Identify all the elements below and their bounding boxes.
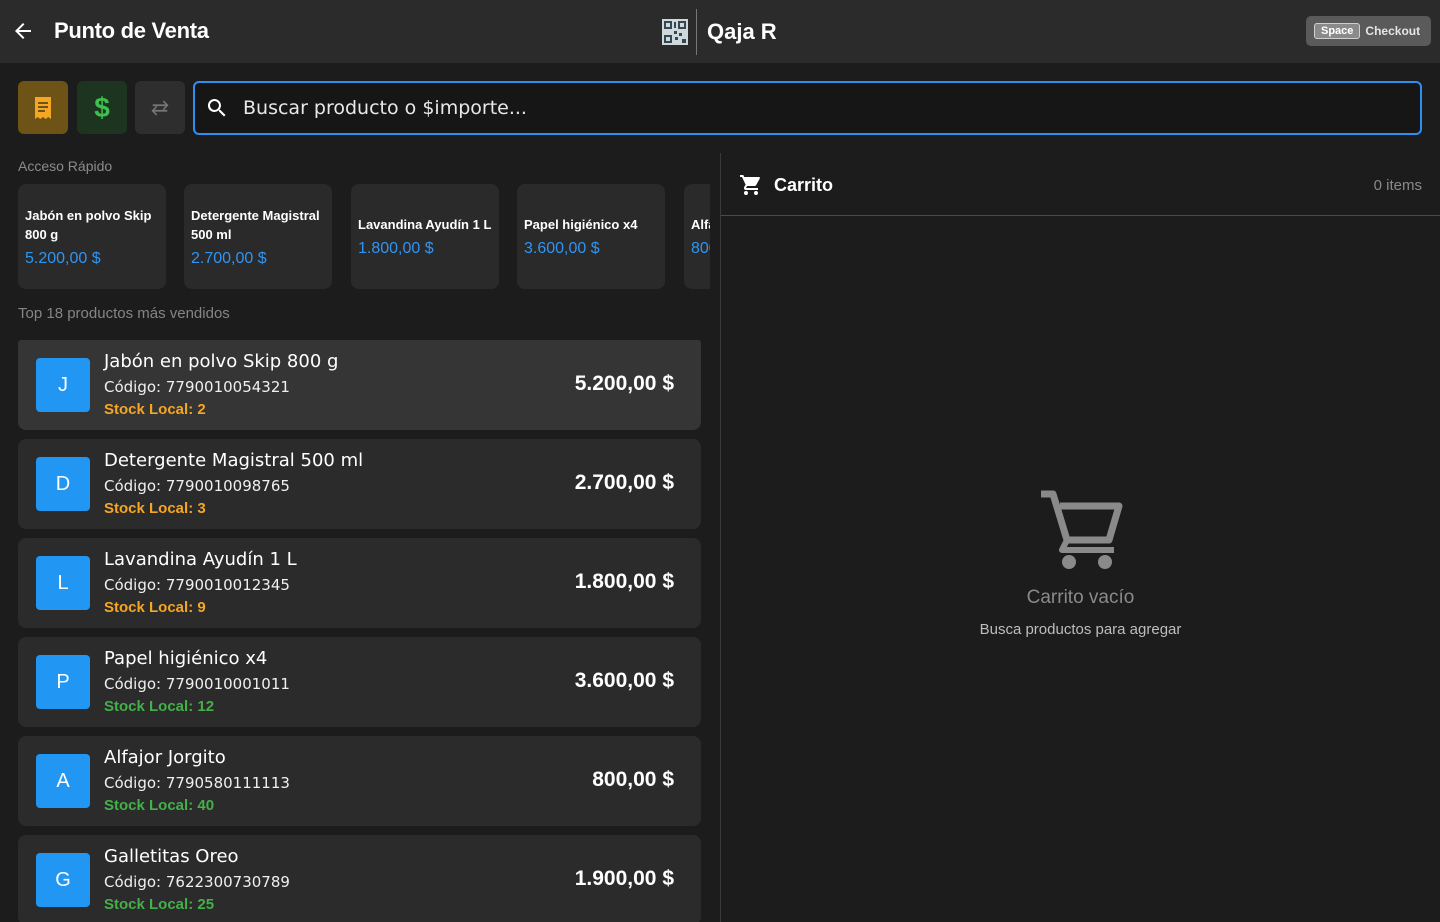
page-title: Punto de Venta xyxy=(54,18,209,43)
product-stock: Stock Local: 2 xyxy=(104,401,206,418)
arrow-left-icon xyxy=(15,23,31,39)
shortcut-key: Space xyxy=(1314,23,1361,39)
product-avatar: A xyxy=(36,754,90,808)
top-products-label: Top 18 productos más vendidos xyxy=(18,305,230,322)
quick-card-name: Lavandina Ayudín 1 L xyxy=(358,217,492,232)
product-name: Alfajor Jorgito xyxy=(104,747,226,768)
product-price: 5.200,00 $ xyxy=(574,372,674,395)
product-name: Lavandina Ayudín 1 L xyxy=(104,549,297,570)
checkout-shortcut-button[interactable]: Space Checkout xyxy=(1306,16,1431,46)
cart-title: Carrito xyxy=(774,175,834,195)
cart-empty-state: Carrito vacío Busca productos para agreg… xyxy=(721,488,1440,638)
product-stock: Stock Local: 9 xyxy=(104,599,206,616)
product-code: Código: 7622300730789 xyxy=(104,873,290,891)
cart-item-count: 0 items xyxy=(1373,177,1422,194)
quick-card-price: 2.700,00 $ xyxy=(191,249,267,267)
qr-logo-icon xyxy=(662,19,688,45)
empty-cart-title: Carrito vacío xyxy=(1026,587,1135,608)
quick-card-price: 5.200,00 $ xyxy=(25,249,101,267)
shortcut-label: Checkout xyxy=(1365,24,1421,38)
product-row[interactable]: J Jabón en polvo Skip 800 g Código: 7790… xyxy=(18,340,701,430)
quick-card-name: Papel higiénico x4 xyxy=(524,217,638,232)
quick-card-price: 1.800,00 $ xyxy=(358,240,434,257)
product-row[interactable]: L Lavandina Ayudín 1 L Código: 779001001… xyxy=(18,538,701,628)
receipt-button[interactable] xyxy=(18,81,68,134)
product-avatar: L xyxy=(36,556,90,610)
quick-access-card[interactable]: Jabón en polvo Skip 800 g 5.200,00 $ xyxy=(18,184,166,289)
product-name: Galletitas Oreo xyxy=(104,846,239,867)
product-name: Detergente Magistral 500 ml xyxy=(104,450,364,471)
quick-card-name: Alfajor Jorgito xyxy=(691,217,710,232)
quick-card-name: Jabón en polvo Skip 800 g xyxy=(25,207,152,242)
search-input[interactable] xyxy=(243,97,1420,119)
swap-icon xyxy=(151,100,169,115)
quick-access-card[interactable]: Lavandina Ayudín 1 L 1.800,00 $ xyxy=(351,184,499,289)
cart-icon xyxy=(740,175,760,195)
product-stock: Stock Local: 25 xyxy=(104,896,215,913)
store-name: Qaja R xyxy=(707,19,777,44)
product-row[interactable]: G Galletitas Oreo Código: 7622300730789 … xyxy=(18,835,701,922)
product-code: Código: 7790010054321 xyxy=(104,378,290,396)
product-stock: Stock Local: 3 xyxy=(104,500,206,517)
quick-access-card[interactable]: Papel higiénico x4 3.600,00 $ xyxy=(517,184,665,289)
dollar-icon: $ xyxy=(94,91,110,123)
search-bar[interactable] xyxy=(193,81,1422,135)
quick-access-list: Jabón en polvo Skip 800 g 5.200,00 $ Det… xyxy=(18,184,710,289)
cart-header: Carrito 0 items xyxy=(721,153,1440,216)
product-price: 800,00 $ xyxy=(592,768,674,791)
product-stock: Stock Local: 12 xyxy=(104,698,215,715)
swap-button[interactable] xyxy=(135,81,185,134)
product-price: 1.900,00 $ xyxy=(574,867,674,890)
product-row[interactable]: A Alfajor Jorgito Código: 7790580111113 … xyxy=(18,736,701,826)
product-code: Código: 7790580111113 xyxy=(104,774,290,792)
product-code: Código: 7790010098765 xyxy=(104,477,290,495)
store-divider xyxy=(696,9,697,55)
search-icon xyxy=(207,99,226,117)
product-stock: Stock Local: 40 xyxy=(104,797,215,814)
product-code: Código: 7790010012345 xyxy=(104,576,290,594)
cash-button[interactable]: $ xyxy=(77,81,127,134)
product-price: 1.800,00 $ xyxy=(574,570,674,593)
empty-cart-subtitle: Busca productos para agregar xyxy=(979,621,1182,638)
product-row[interactable]: P Papel higiénico x4 Código: 77900100010… xyxy=(18,637,701,727)
receipt-icon xyxy=(35,96,51,119)
quick-access-card[interactable]: Alfajor Jorgito 800,00 $ xyxy=(684,184,710,289)
product-price: 2.700,00 $ xyxy=(574,471,674,494)
product-price: 3.600,00 $ xyxy=(574,669,674,692)
quick-card-name: Detergente Magistral 500 ml xyxy=(191,207,320,242)
quick-access-label: Acceso Rápido xyxy=(18,158,113,174)
product-name: Papel higiénico x4 xyxy=(104,648,268,669)
product-code: Código: 7790010001011 xyxy=(104,675,290,693)
quick-access-card[interactable]: Detergente Magistral 500 ml 2.700,00 $ xyxy=(184,184,332,289)
back-button[interactable] xyxy=(10,18,36,44)
product-avatar: G xyxy=(36,853,90,907)
empty-cart-icon xyxy=(1040,490,1122,569)
quick-card-price: 800,00 $ xyxy=(691,240,710,257)
top-bar: Punto de Venta Qaja R Space Checkout xyxy=(0,0,1440,63)
product-avatar: D xyxy=(36,457,90,511)
store-info: Qaja R xyxy=(662,9,777,55)
quick-card-price: 3.600,00 $ xyxy=(524,240,600,257)
product-name: Jabón en polvo Skip 800 g xyxy=(104,351,339,372)
product-avatar: P xyxy=(36,655,90,709)
product-avatar: J xyxy=(36,358,90,412)
product-row[interactable]: D Detergente Magistral 500 ml Código: 77… xyxy=(18,439,701,529)
